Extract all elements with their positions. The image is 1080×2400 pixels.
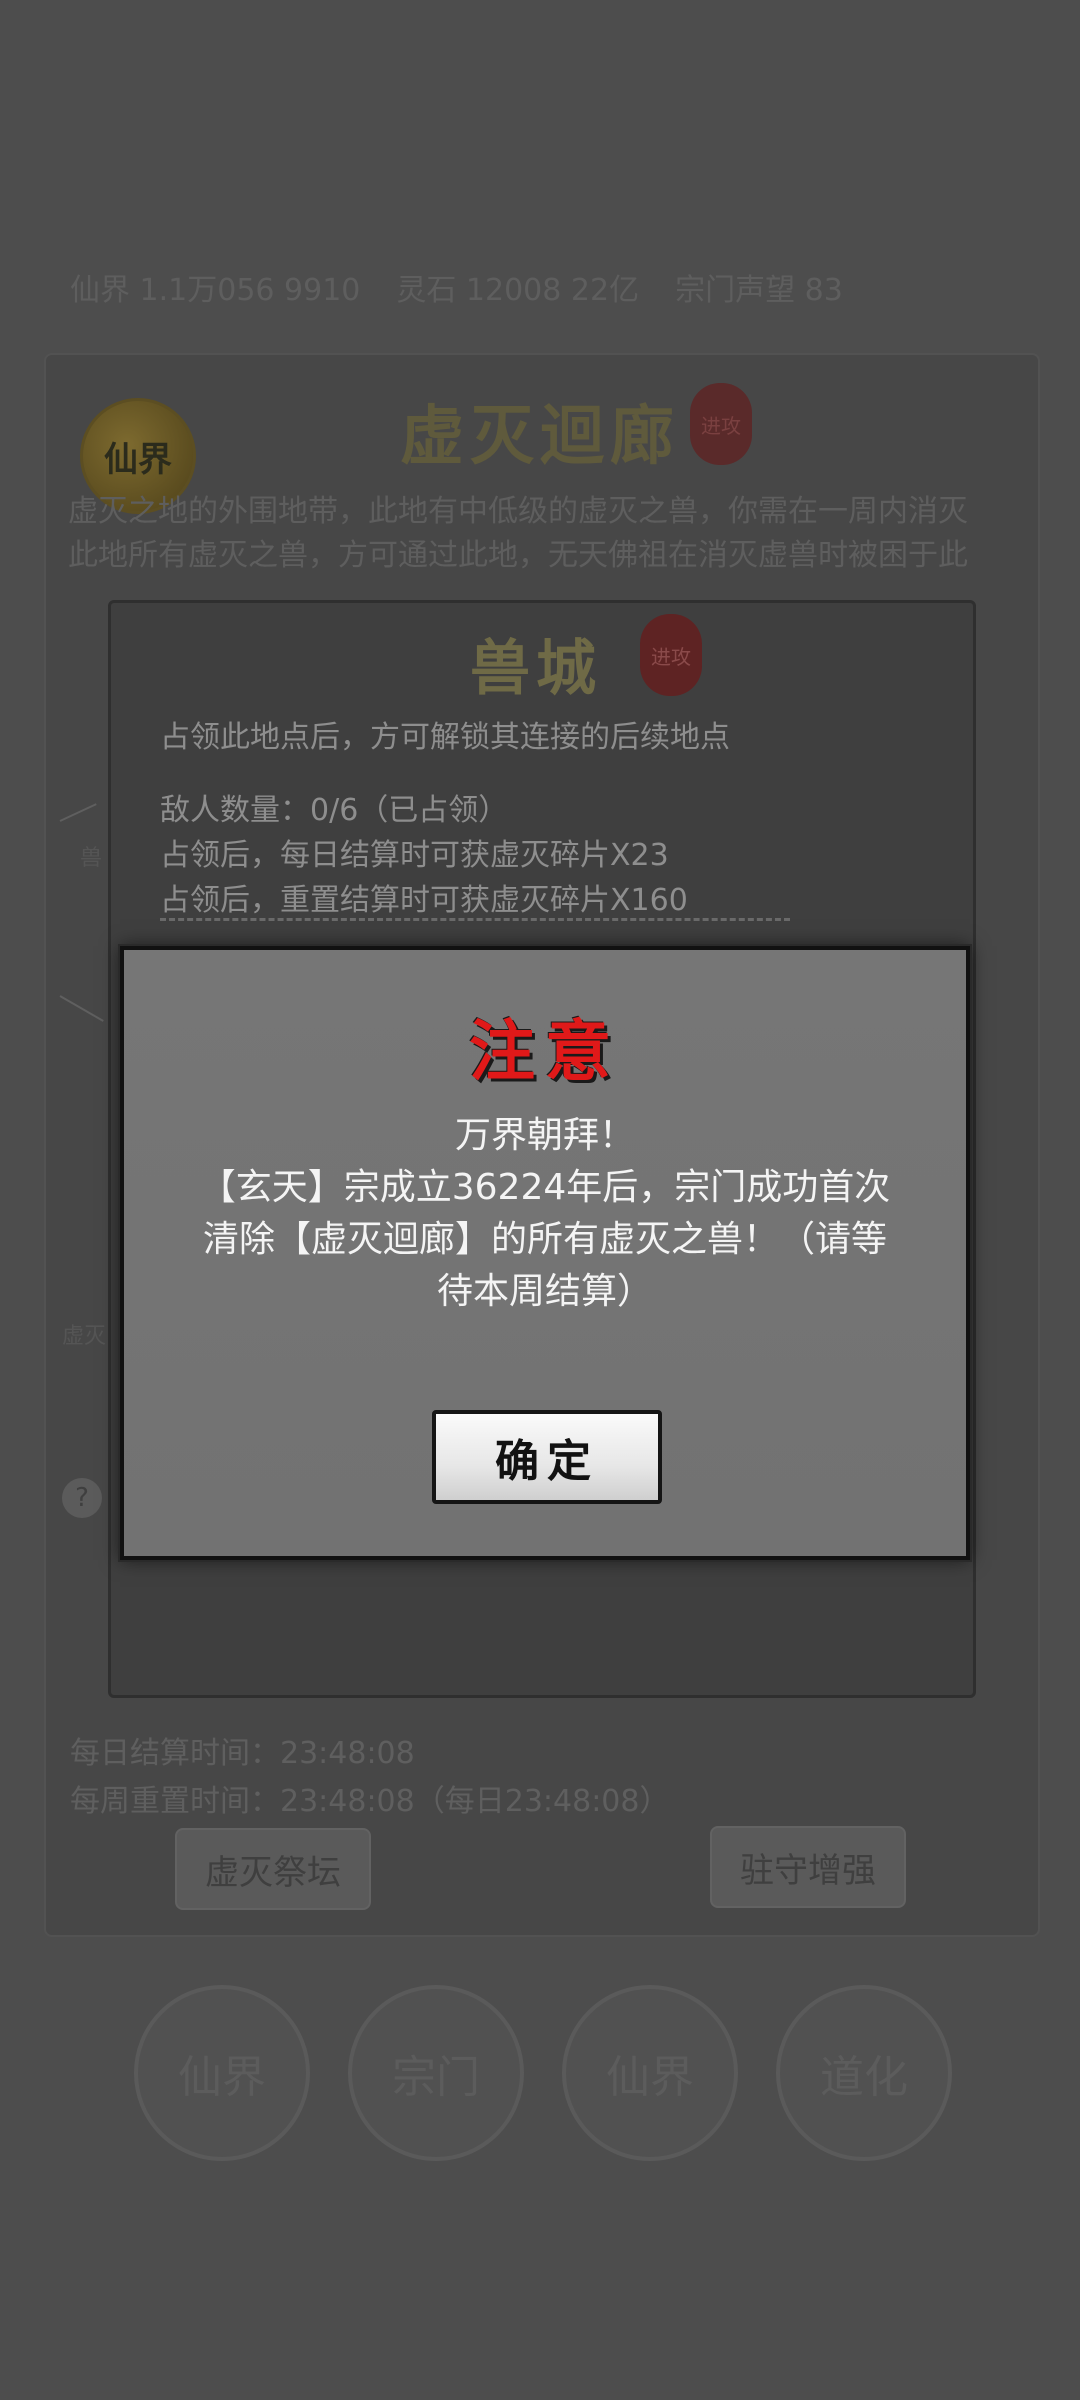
seal-stamp-icon: 进攻 [640, 614, 702, 696]
message-line: 待本周结算） [436, 1271, 653, 1312]
reset-reward: 占领后，重置结算时可获虚灭碎片X160 [160, 883, 688, 918]
message-line: 清除【虚灭迴廊】的所有虚灭之兽！（请等 [202, 1219, 887, 1260]
stat-item: 宗门声望 83 [675, 273, 843, 308]
weekly-reset-time: 每周重置时间：23:48:08（每日23:48:08） [70, 1784, 670, 1819]
void-altar-button[interactable]: 虚灭祭坛 [175, 1828, 371, 1910]
seal-stamp-icon: 进攻 [690, 383, 752, 465]
daily-settlement-time: 每日结算时间：23:48:08 [70, 1736, 415, 1771]
map-node-label: 兽 [80, 846, 103, 871]
map-node-label: 虚灭 [62, 1324, 107, 1349]
schedule-info: 每日结算时间：23:48:08 每周重置时间：23:48:08（每日23:48:… [70, 1730, 669, 1826]
nav-realm-icon[interactable]: 仙界 [562, 1985, 738, 2161]
nav-dao-icon[interactable]: 道化 [776, 1985, 952, 2161]
garrison-boost-button[interactable]: 驻守增强 [710, 1826, 906, 1908]
nav-sect-icon[interactable]: 宗门 [348, 1985, 524, 2161]
stat-item: 灵石 12008 22亿 [396, 273, 640, 308]
dialog-message: 万界朝拜！ 【玄天】宗成立36224年后，宗门成功首次 清除【虚灭迴廊】的所有虚… [164, 1110, 926, 1318]
nav-realm-icon[interactable]: 仙界 [134, 1985, 310, 2161]
location-title: 兽城 [470, 634, 602, 704]
message-line: 【玄天】宗成立36224年后，宗门成功首次 [199, 1167, 891, 1208]
region-description: 虚灭之地的外围地带，此地有中低级的虚灭之兽，你需在一周内消灭此地所有虚灭之兽，方… [68, 494, 968, 573]
unlock-hint: 占领此地点后，方可解锁其连接的后续地点 [160, 720, 730, 755]
region-title: 虚灭迴廊 [400, 399, 680, 474]
confirm-button[interactable]: 确定 [432, 1410, 662, 1504]
dialog-title: 注意 [469, 1012, 621, 1090]
notice-dialog: 注意 万界朝拜！ 【玄天】宗成立36224年后，宗门成功首次 清除【虚灭迴廊】的… [120, 946, 970, 1560]
divider [160, 918, 790, 921]
enemy-count: 敌人数量：0/6（已占领） [160, 793, 509, 828]
resource-stats-bar: 仙界 1.1万056 9910 灵石 12008 22亿 宗门声望 83 [70, 265, 1030, 309]
stat-item: 仙界 1.1万056 9910 [70, 273, 361, 308]
help-icon[interactable]: ? [62, 1478, 102, 1518]
message-line: 万界朝拜！ [454, 1115, 635, 1156]
daily-reward: 占领后，每日结算时可获虚灭碎片X23 [160, 838, 669, 873]
